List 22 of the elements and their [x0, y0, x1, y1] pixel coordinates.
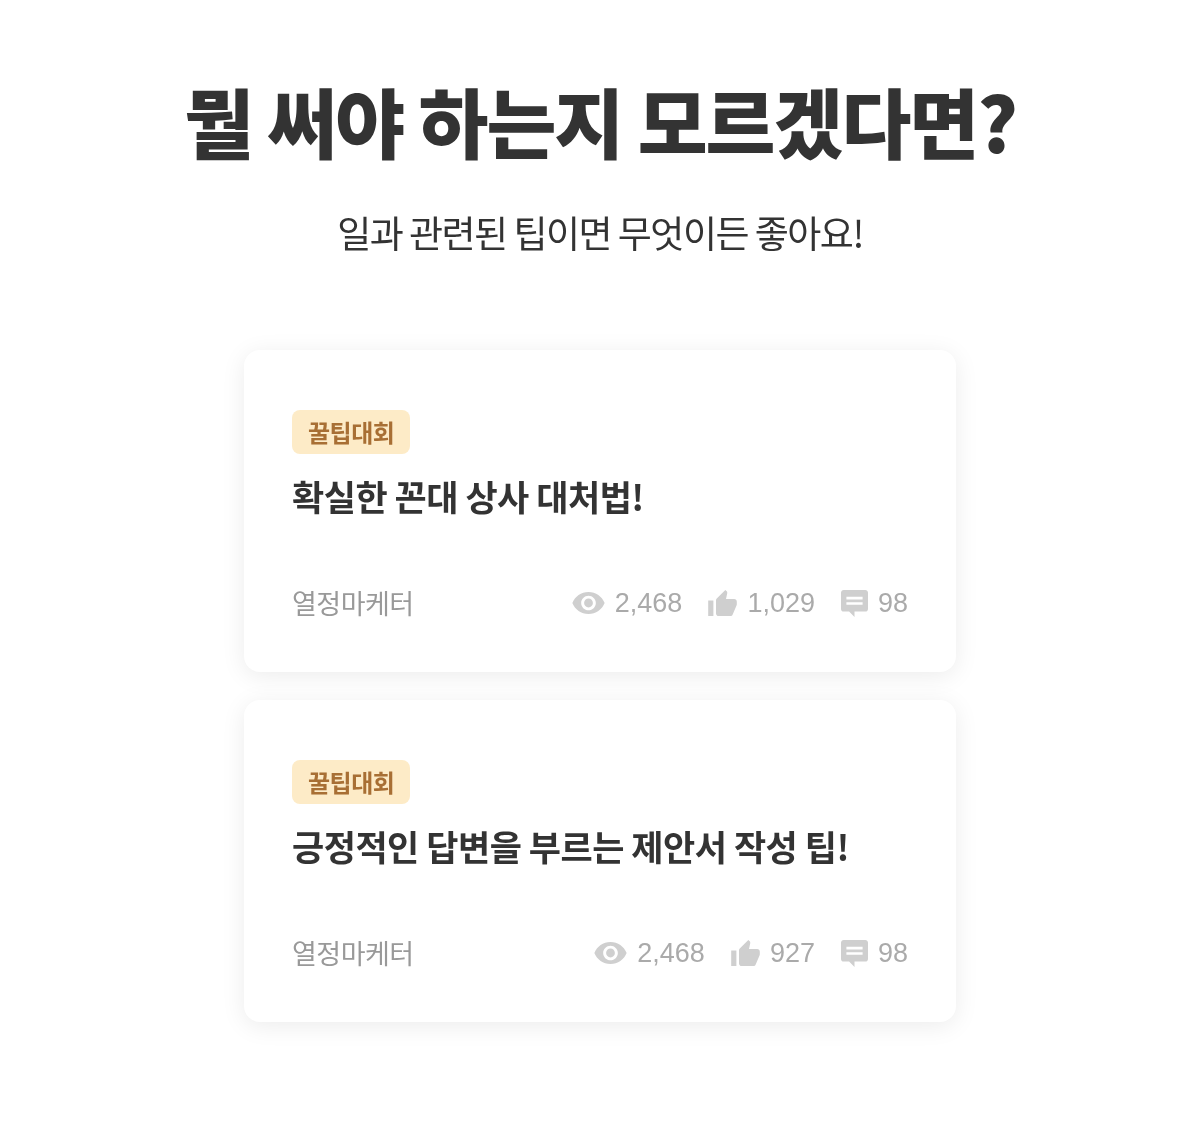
views-count: 2,468: [637, 937, 705, 970]
author-name: 열정마케터: [292, 932, 414, 974]
category-tag: 꿀팁대회: [292, 410, 411, 454]
comment-icon: [840, 939, 868, 967]
likes-count: 927: [769, 937, 815, 970]
page-heading: 뭘 써야 하는지 모르겠다면?: [183, 74, 1017, 166]
likes-count: 1,029: [747, 587, 815, 620]
comments-count: 98: [877, 587, 908, 620]
category-tag: 꿀팁대회: [292, 760, 411, 804]
thumbs-up-icon: [708, 590, 738, 616]
post-card[interactable]: 꿀팁대회 확실한 꼰대 상사 대처법! 열정마케터 2,468 1,029 98: [244, 350, 956, 672]
comment-icon: [840, 589, 868, 617]
views-count: 2,468: [614, 587, 683, 620]
thumbs-up-icon: [730, 940, 760, 966]
author-name: 열정마케터: [292, 582, 414, 624]
eye-icon: [571, 592, 605, 614]
page-subheading: 일과 관련된 팁이면 무엇이든 좋아요!: [337, 208, 863, 256]
comments-count: 98: [877, 937, 908, 970]
post-card[interactable]: 꿀팁대회 긍정적인 답변을 부르는 제안서 작성 팁! 열정마케터 2,468 927 98: [244, 700, 956, 1022]
eye-icon: [594, 942, 628, 964]
post-title: 확실한 꼰대 상사 대처법!: [292, 470, 644, 522]
post-title: 긍정적인 답변을 부르는 제안서 작성 팁!: [292, 820, 849, 872]
